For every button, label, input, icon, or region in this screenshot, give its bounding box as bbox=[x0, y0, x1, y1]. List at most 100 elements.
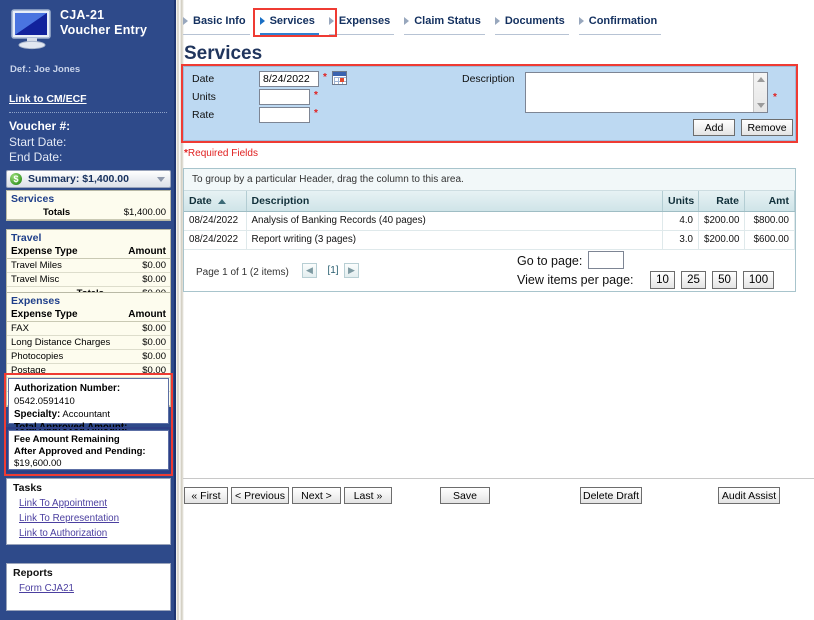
chevron-down-icon[interactable] bbox=[157, 177, 165, 182]
authorization-number-value: 0542.0591410 bbox=[14, 396, 75, 407]
tab-label: Claim Status bbox=[414, 15, 481, 27]
expenses-col-amount: Amount bbox=[121, 308, 170, 322]
add-button[interactable]: Add bbox=[693, 119, 735, 136]
col-header-units[interactable]: Units bbox=[662, 191, 699, 212]
task-link-representation[interactable]: Link To Representation bbox=[7, 511, 170, 526]
expense-row-type: FAX bbox=[7, 321, 122, 336]
chevron-right-icon bbox=[404, 17, 410, 25]
table-row: Travel Miles $0.00 bbox=[7, 258, 170, 273]
tab-basic-info[interactable]: Basic Info bbox=[183, 11, 250, 35]
col-header-date[interactable]: Date bbox=[184, 191, 247, 212]
table-row: FAX $0.00 bbox=[7, 321, 170, 336]
col-header-amt[interactable]: Amt bbox=[744, 191, 795, 212]
expense-row-amount: $0.00 bbox=[121, 363, 170, 378]
page-size-10-button[interactable]: 10 bbox=[650, 271, 675, 289]
last-button[interactable]: Last » bbox=[344, 487, 392, 504]
table-row[interactable]: 08/24/2022 Analysis of Banking Records (… bbox=[184, 211, 795, 231]
services-summary-table: Totals $1,400.00 bbox=[7, 206, 170, 220]
summary-toggle[interactable]: $ Summary: $1,400.00 bbox=[6, 170, 171, 188]
app-title-line1: CJA-21 bbox=[60, 8, 105, 22]
expense-row-type: Postage bbox=[7, 363, 122, 378]
fee-remaining-amount: $19,600.00 bbox=[14, 458, 62, 469]
date-required-marker: * bbox=[323, 72, 327, 83]
cell-rate: $200.00 bbox=[698, 230, 745, 250]
specialty-value: Accountant bbox=[62, 409, 110, 420]
units-required-marker: * bbox=[314, 90, 318, 101]
tab-bar: Basic Info Services Expenses Claim Statu… bbox=[183, 11, 671, 35]
task-link-authorization[interactable]: Link to Authorization bbox=[7, 526, 170, 541]
table-row: Postage $0.00 bbox=[7, 363, 170, 378]
date-input[interactable] bbox=[259, 71, 319, 87]
authorization-panel: Authorization Number: 0542.0591410 Speci… bbox=[8, 378, 169, 446]
first-button[interactable]: « First bbox=[184, 487, 228, 504]
specialty-label: Specialty: bbox=[14, 409, 61, 420]
services-totals-label: Totals bbox=[7, 206, 75, 220]
voucher-number-label: Voucher #: bbox=[9, 119, 71, 133]
grid-group-hint[interactable]: To group by a particular Header, drag th… bbox=[184, 169, 795, 191]
start-date-label: Start Date: bbox=[9, 134, 67, 149]
tasks-title: Tasks bbox=[13, 482, 42, 494]
defendant-name: Def.: Joe Jones bbox=[10, 64, 81, 75]
expenses-col-type: Expense Type bbox=[7, 308, 122, 322]
col-header-rate[interactable]: Rate bbox=[698, 191, 745, 212]
tab-expenses[interactable]: Expenses bbox=[328, 11, 395, 35]
services-summary-panel: Services Totals $1,400.00 bbox=[6, 190, 171, 221]
footer-divider bbox=[183, 478, 814, 479]
services-summary-title: Services bbox=[11, 193, 55, 205]
remove-button[interactable]: Remove bbox=[741, 119, 793, 136]
task-link-appointment[interactable]: Link To Appointment bbox=[7, 496, 170, 511]
expense-row-type: Long Distance Charges bbox=[7, 335, 122, 350]
table-row: Long Distance Charges $0.00 bbox=[7, 335, 170, 350]
page-size-50-button[interactable]: 50 bbox=[712, 271, 737, 289]
report-link-form-cja21[interactable]: Form CJA21 bbox=[7, 581, 170, 596]
table-row: Travel Misc $0.00 bbox=[7, 272, 170, 287]
col-header-description[interactable]: Description bbox=[246, 191, 663, 212]
expenses-summary-title: Expenses bbox=[11, 295, 61, 307]
cell-units: 4.0 bbox=[662, 211, 699, 231]
tab-services[interactable]: Services bbox=[259, 11, 319, 35]
voucher-info: Voucher #: Start Date: End Date: bbox=[9, 119, 169, 166]
description-textarea[interactable] bbox=[525, 72, 768, 113]
travel-row-type: Travel Miles bbox=[7, 258, 108, 273]
next-button[interactable]: Next > bbox=[292, 487, 341, 504]
expense-row-amount: $0.00 bbox=[121, 349, 170, 364]
delete-draft-button[interactable]: Delete Draft bbox=[580, 487, 642, 504]
chevron-right-icon[interactable]: ▶ bbox=[344, 263, 359, 278]
description-label: Description bbox=[462, 73, 515, 85]
goto-page-input[interactable] bbox=[588, 251, 624, 269]
dollar-icon: $ bbox=[10, 173, 22, 185]
tab-documents[interactable]: Documents bbox=[494, 11, 569, 35]
page-size-25-button[interactable]: 25 bbox=[681, 271, 706, 289]
pager-status: Page 1 of 1 (2 items) bbox=[196, 267, 289, 278]
chevron-right-icon bbox=[328, 17, 334, 25]
save-button[interactable]: Save bbox=[440, 487, 490, 504]
calendar-icon[interactable] bbox=[332, 71, 347, 85]
scroll-up-icon[interactable] bbox=[757, 77, 765, 82]
col-label: Date bbox=[189, 194, 212, 207]
cell-description: Report writing (3 pages) bbox=[246, 230, 663, 250]
required-fields-note: *Required Fields bbox=[184, 148, 258, 159]
description-scrollbar[interactable] bbox=[753, 73, 767, 112]
page-size-100-button[interactable]: 100 bbox=[743, 271, 774, 289]
sidebar-divider bbox=[9, 112, 167, 113]
units-input[interactable] bbox=[259, 89, 310, 105]
chevron-left-icon[interactable]: ◀ bbox=[302, 263, 317, 278]
fee-remaining-panel: Fee Amount Remaining After Approved and … bbox=[8, 430, 169, 470]
audit-assist-button[interactable]: Audit Assist bbox=[718, 487, 780, 504]
pager-current-page[interactable]: [1] bbox=[324, 263, 342, 278]
services-grid: To group by a particular Header, drag th… bbox=[183, 168, 796, 292]
rate-input[interactable] bbox=[259, 107, 310, 123]
travel-row-type: Travel Misc bbox=[7, 272, 108, 287]
table-row[interactable]: 08/24/2022 Report writing (3 pages) 3.0 … bbox=[184, 230, 795, 250]
tab-claim-status[interactable]: Claim Status bbox=[404, 11, 485, 35]
cell-rate: $200.00 bbox=[698, 211, 745, 231]
previous-button[interactable]: < Previous bbox=[231, 487, 289, 504]
reports-title: Reports bbox=[13, 567, 53, 579]
tab-confirmation[interactable]: Confirmation bbox=[578, 11, 662, 35]
expense-row-type: Photocopies bbox=[7, 349, 122, 364]
rate-required-marker: * bbox=[314, 108, 318, 119]
travel-row-amount: $0.00 bbox=[107, 258, 170, 273]
scroll-down-icon[interactable] bbox=[757, 103, 765, 108]
chevron-right-icon bbox=[578, 17, 584, 25]
link-to-cmecf[interactable]: Link to CM/ECF bbox=[9, 93, 87, 105]
